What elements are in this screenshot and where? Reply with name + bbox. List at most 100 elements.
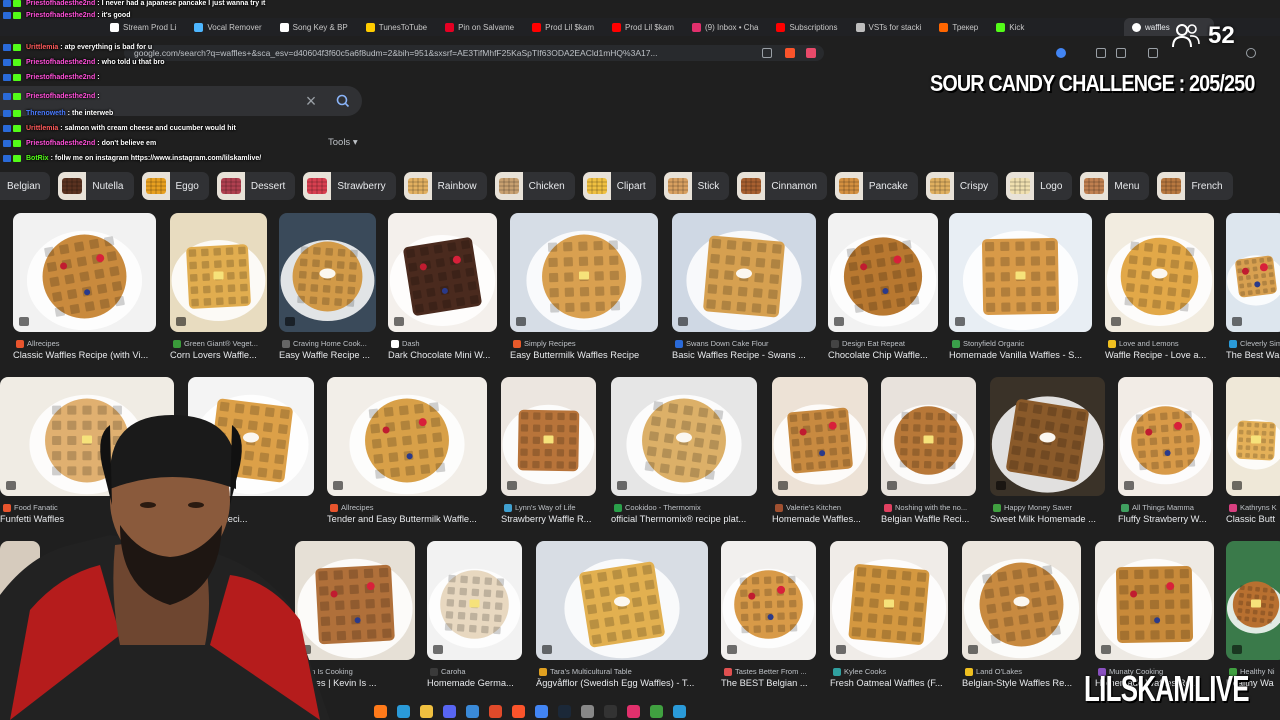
result-source[interactable]: Love and Lemons bbox=[1108, 339, 1214, 348]
bookmark-item[interactable]: (9) Inbox • Cha bbox=[686, 18, 771, 36]
result-source[interactable]: Noshing with the no... bbox=[884, 503, 976, 512]
result-thumbnail[interactable] bbox=[427, 541, 522, 660]
result-thumbnail[interactable] bbox=[1226, 213, 1280, 332]
result-source[interactable]: Tastes Better From ... bbox=[724, 667, 816, 676]
chip-dessert[interactable]: Dessert bbox=[216, 172, 296, 200]
result-thumbnail[interactable] bbox=[1226, 541, 1280, 660]
result-thumbnail[interactable] bbox=[1095, 541, 1214, 660]
result-title[interactable]: Tender and Easy Buttermilk Waffle... bbox=[327, 514, 487, 524]
result-source[interactable]: Tara's Multicultural Table bbox=[539, 667, 708, 676]
chip-rainbow[interactable]: Rainbow bbox=[403, 172, 487, 200]
result-thumbnail[interactable] bbox=[501, 377, 596, 496]
image-result[interactable]: Lynn's Way of Life Strawberry Waffle R... bbox=[501, 377, 596, 528]
result-thumbnail[interactable] bbox=[388, 213, 497, 332]
result-title[interactable]: Strawberry Waffle R... bbox=[501, 514, 596, 524]
image-result[interactable]: Craving Home Cook... Easy Waffle Recipe .… bbox=[279, 213, 376, 364]
result-source[interactable]: Allrecipes bbox=[16, 339, 156, 348]
chip-strawberry[interactable]: Strawberry bbox=[303, 172, 396, 200]
chip-crispy[interactable]: Crispy bbox=[925, 172, 999, 200]
chip-logo[interactable]: Logo bbox=[1006, 172, 1073, 200]
result-source[interactable]: Allrecipes bbox=[330, 503, 487, 512]
app-icon[interactable] bbox=[673, 704, 686, 718]
chip-nutella[interactable]: Nutella bbox=[58, 172, 134, 200]
image-result[interactable]: Kathryns K Classic Butt bbox=[1226, 377, 1280, 528]
steam-icon[interactable] bbox=[558, 704, 571, 718]
app-icon[interactable] bbox=[489, 704, 502, 718]
result-source[interactable]: Cleverly Sim... bbox=[1229, 339, 1280, 348]
image-result[interactable]: Allrecipes Classic Waffles Recipe (with V… bbox=[13, 213, 156, 364]
image-result[interactable]: Green Giant® Veget... Corn Lovers Waffle.… bbox=[170, 213, 267, 364]
chip-cinnamon[interactable]: Cinnamon bbox=[737, 172, 827, 200]
result-source[interactable]: Caroha bbox=[430, 667, 522, 676]
image-result[interactable]: Tara's Multicultural Table Äggvåfflor (Sw… bbox=[536, 541, 708, 692]
result-title[interactable]: Äggvåfflor (Swedish Egg Waffles) - T... bbox=[536, 678, 708, 688]
result-title[interactable]: Belgian Waffle Reci... bbox=[881, 514, 976, 524]
image-result[interactable]: Kylee Cooks Fresh Oatmeal Waffles (F... bbox=[830, 541, 948, 692]
result-title[interactable]: Chocolate Chip Waffle... bbox=[828, 350, 938, 360]
result-title[interactable]: The BEST Belgian ... bbox=[721, 678, 816, 688]
chip-eggo[interactable]: Eggo bbox=[141, 172, 209, 200]
result-thumbnail[interactable] bbox=[510, 213, 658, 332]
chrome-icon[interactable] bbox=[535, 704, 548, 718]
result-source[interactable]: Valerie's Kitchen bbox=[775, 503, 868, 512]
app-icon[interactable] bbox=[581, 704, 594, 718]
result-title[interactable]: Sweet Milk Homemade ... bbox=[990, 514, 1105, 524]
result-thumbnail[interactable] bbox=[990, 377, 1105, 496]
brave-icon[interactable] bbox=[512, 704, 525, 718]
result-title[interactable]: Fluffy Strawberry W... bbox=[1118, 514, 1213, 524]
chip-stick[interactable]: Stick bbox=[663, 172, 730, 200]
result-source[interactable]: Happy Money Saver bbox=[993, 503, 1105, 512]
result-title[interactable]: The Best Wa bbox=[1226, 350, 1280, 360]
result-thumbnail[interactable] bbox=[828, 213, 938, 332]
result-title[interactable]: Waffle Recipe - Love a... bbox=[1105, 350, 1214, 360]
result-source[interactable]: Cookidoo - Thermomix bbox=[614, 503, 757, 512]
result-title[interactable]: Belgian-Style Waffles Re... bbox=[962, 678, 1081, 688]
result-thumbnail[interactable] bbox=[13, 213, 156, 332]
result-source[interactable]: Swans Down Cake Flour bbox=[675, 339, 816, 348]
chip-pancake[interactable]: Pancake bbox=[834, 172, 918, 200]
folder-icon[interactable] bbox=[420, 704, 433, 718]
image-result[interactable]: Stonyfield Organic Homemade Vanilla Waffl… bbox=[949, 213, 1092, 364]
image-result[interactable]: Allrecipes Tender and Easy Buttermilk Waf… bbox=[327, 377, 487, 528]
result-title[interactable]: Dark Chocolate Mini W... bbox=[388, 350, 497, 360]
image-result[interactable]: Swans Down Cake Flour Basic Waffles Recip… bbox=[672, 213, 816, 364]
image-result[interactable]: Land O'Lakes Belgian-Style Waffles Re... bbox=[962, 541, 1081, 692]
image-result[interactable]: All Things Mamma Fluffy Strawberry W... bbox=[1118, 377, 1213, 528]
extension-icon[interactable] bbox=[1056, 48, 1066, 58]
result-source[interactable]: Dash bbox=[391, 339, 497, 348]
brave-shield-icon[interactable] bbox=[785, 48, 795, 58]
instagram-icon[interactable] bbox=[627, 704, 640, 718]
result-source[interactable]: Stonyfield Organic bbox=[952, 339, 1092, 348]
result-thumbnail[interactable] bbox=[1118, 377, 1213, 496]
result-thumbnail[interactable] bbox=[881, 377, 976, 496]
image-result[interactable]: Simply Recipes Easy Buttermilk Waffles Re… bbox=[510, 213, 658, 364]
app-icon[interactable] bbox=[374, 704, 387, 718]
result-source[interactable]: Craving Home Cook... bbox=[282, 339, 376, 348]
result-thumbnail[interactable] bbox=[1226, 377, 1280, 496]
image-result[interactable]: Cookidoo - Thermomix official Thermomix® … bbox=[611, 377, 757, 528]
result-thumbnail[interactable] bbox=[772, 377, 868, 496]
result-title[interactable]: Homemade Vanilla Waffles - S... bbox=[949, 350, 1092, 360]
image-result[interactable]: Cleverly Sim... The Best Wa bbox=[1226, 213, 1280, 364]
result-thumbnail[interactable] bbox=[962, 541, 1081, 660]
result-title[interactable]: Classic Butt bbox=[1226, 514, 1280, 524]
app-icon[interactable] bbox=[650, 704, 663, 718]
brave-rewards-icon[interactable] bbox=[806, 48, 816, 58]
discord-icon[interactable] bbox=[443, 704, 456, 718]
result-title[interactable]: official Thermomix® recipe plat... bbox=[611, 514, 757, 524]
result-thumbnail[interactable] bbox=[327, 377, 487, 496]
result-title[interactable]: Corn Lovers Waffle... bbox=[170, 350, 267, 360]
chip-clipart[interactable]: Clipart bbox=[582, 172, 656, 200]
result-source[interactable]: Kathryns K bbox=[1229, 503, 1280, 512]
result-title[interactable]: Classic Waffles Recipe (with Vi... bbox=[13, 350, 156, 360]
result-thumbnail[interactable] bbox=[721, 541, 816, 660]
result-source[interactable]: Lynn's Way of Life bbox=[504, 503, 596, 512]
result-title[interactable]: Fresh Oatmeal Waffles (F... bbox=[830, 678, 948, 688]
result-title[interactable]: Easy Buttermilk Waffles Recipe bbox=[510, 350, 658, 360]
image-result[interactable]: Noshing with the no... Belgian Waffle Rec… bbox=[881, 377, 976, 528]
chip-belgian[interactable]: Belgian bbox=[0, 172, 51, 200]
result-thumbnail[interactable] bbox=[949, 213, 1092, 332]
image-result[interactable]: Caroha Homemade Germa... bbox=[427, 541, 522, 692]
result-source[interactable]: Simply Recipes bbox=[513, 339, 658, 348]
image-result[interactable]: Happy Money Saver Sweet Milk Homemade ... bbox=[990, 377, 1105, 528]
